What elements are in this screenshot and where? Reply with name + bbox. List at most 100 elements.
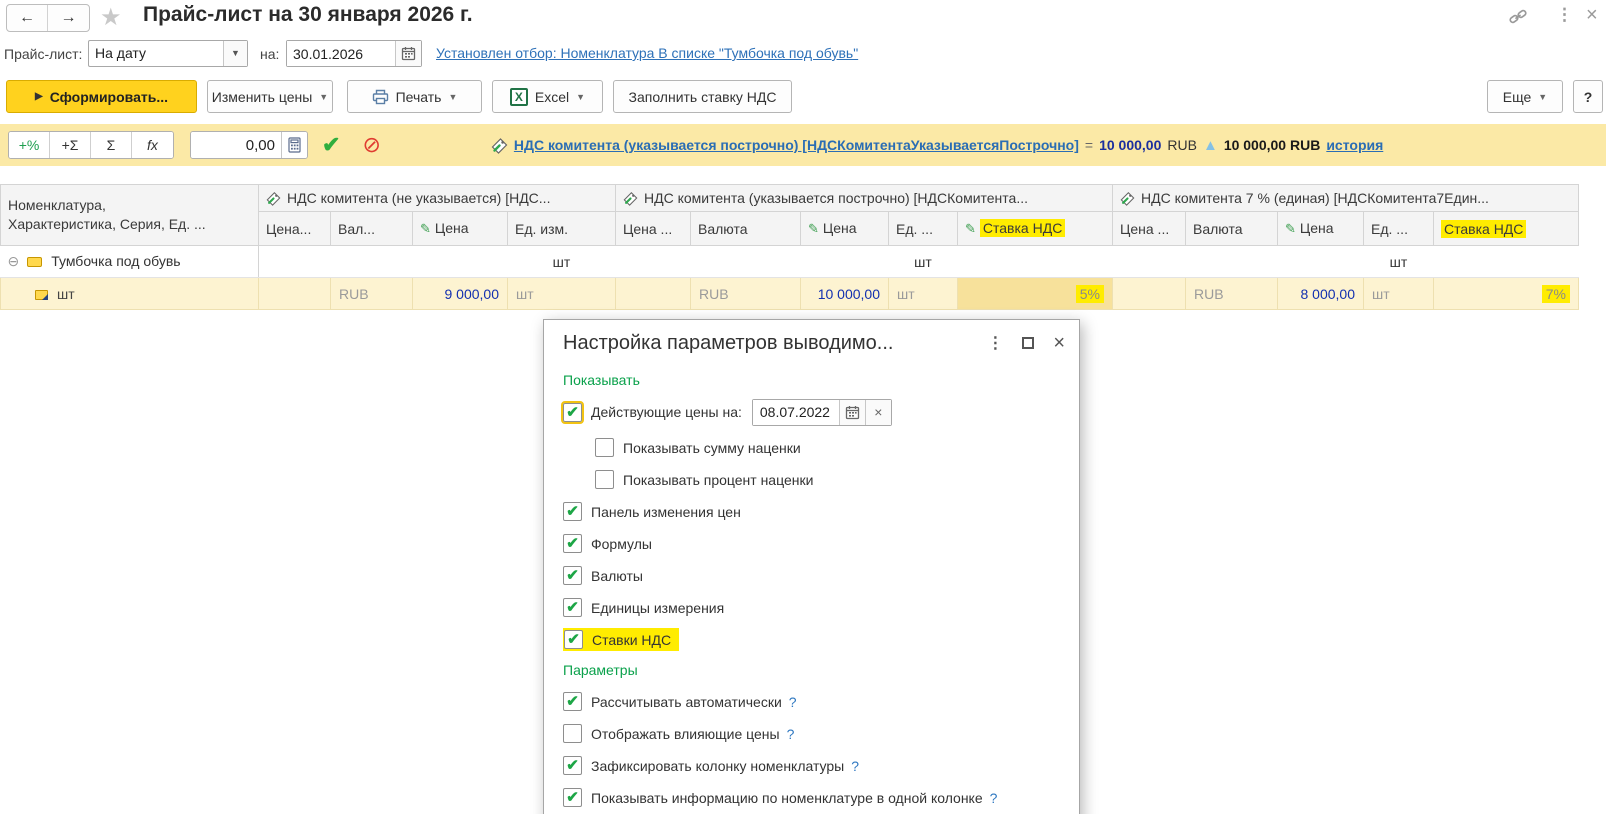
empty-cell[interactable]	[690, 245, 801, 278]
item-name-cell[interactable]: шт	[0, 277, 259, 310]
checkbox-label[interactable]: Зафиксировать колонку номенклатуры	[591, 758, 844, 774]
calendar-button[interactable]	[838, 399, 865, 425]
checkbox-label[interactable]: Действующие цены на:	[591, 404, 742, 420]
checkbox[interactable]	[595, 438, 614, 457]
help-link[interactable]: ?	[789, 694, 797, 710]
price-cell[interactable]: 8 000,00	[1277, 277, 1364, 310]
currency-cell[interactable]: RUB	[330, 277, 413, 310]
fill-vat-button[interactable]: Заполнить ставку НДС	[613, 80, 792, 113]
checkbox[interactable]	[563, 692, 582, 711]
subheader-price[interactable]: ✎ Цена	[1277, 211, 1364, 246]
checkbox[interactable]	[563, 502, 582, 521]
active-prices-date-input[interactable]	[752, 399, 839, 425]
checkbox[interactable]	[563, 598, 582, 617]
checkbox[interactable]	[563, 724, 582, 743]
subheader-price[interactable]: ✎ Цена	[412, 211, 508, 246]
unit-cell[interactable]: шт	[507, 245, 616, 278]
more-button[interactable]: Еще ▼	[1487, 80, 1563, 113]
currency-cell[interactable]: RUB	[690, 277, 801, 310]
mode-dropdown-button[interactable]: ▼	[223, 41, 247, 66]
maximize-icon[interactable]	[1022, 337, 1035, 349]
subheader-vat-rate[interactable]: ✎ Ставка НДС	[957, 211, 1113, 246]
vat-rate-cell[interactable]: 7%	[1433, 277, 1579, 310]
empty-cell[interactable]	[1112, 245, 1186, 278]
pricelist-mode-select[interactable]: На дату ▼	[88, 40, 248, 67]
checkbox-label[interactable]: Формулы	[591, 536, 652, 552]
history-link[interactable]: история	[1326, 137, 1383, 153]
subheader-price-doc[interactable]: Цена ...	[615, 211, 691, 246]
currency-cell[interactable]: RUB	[1185, 277, 1278, 310]
checkbox-label[interactable]: Показывать информацию по номенклатуре в …	[591, 790, 983, 806]
checkbox-label[interactable]: Панель изменения цен	[591, 504, 741, 520]
close-icon[interactable]: ×	[1586, 4, 1598, 27]
checkbox[interactable]	[564, 630, 583, 649]
calculator-button[interactable]	[281, 132, 307, 158]
add-sum-button[interactable]: +Σ	[50, 132, 91, 158]
empty-cell[interactable]	[1112, 277, 1186, 310]
checkbox-label[interactable]: Валюты	[591, 568, 643, 584]
unit-cell[interactable]: шт	[1363, 277, 1434, 310]
empty-cell[interactable]	[615, 277, 691, 310]
empty-cell[interactable]	[615, 245, 691, 278]
unit-cell[interactable]: шт	[507, 277, 616, 310]
checkbox-label[interactable]: Рассчитывать автоматически	[591, 694, 782, 710]
apply-check-icon[interactable]: ✔	[322, 132, 340, 158]
formula-button[interactable]: fx	[132, 132, 173, 158]
price-type-link[interactable]: НДС комитента (указывается построчно) [Н…	[514, 137, 1079, 153]
help-link[interactable]: ?	[851, 758, 859, 774]
checkbox-label[interactable]: Единицы измерения	[591, 600, 724, 616]
group-header-vat-per-line[interactable]: НДС комитента (указывается построчно) [Н…	[615, 184, 1113, 212]
help-button[interactable]: ?	[1573, 80, 1603, 113]
checkbox[interactable]	[563, 756, 582, 775]
checkbox[interactable]	[563, 566, 582, 585]
subheader-price-doc[interactable]: Цена...	[258, 211, 331, 246]
subheader-currency[interactable]: Валюта	[690, 211, 801, 246]
empty-cell[interactable]	[1185, 245, 1278, 278]
checkbox-label[interactable]: Показывать процент наценки	[623, 472, 813, 488]
help-link[interactable]: ?	[990, 790, 998, 806]
subheader-price-doc[interactable]: Цена ...	[1112, 211, 1186, 246]
print-button[interactable]: Печать ▼	[347, 80, 482, 113]
subheader-unit[interactable]: Ед. ...	[888, 211, 958, 246]
back-button[interactable]: ←	[7, 5, 48, 31]
price-cell[interactable]: 10 000,00	[800, 277, 889, 310]
date-input[interactable]	[287, 41, 395, 66]
subheader-price[interactable]: ✎ Цена	[800, 211, 889, 246]
kebab-menu-icon[interactable]: ⋮	[987, 333, 1003, 353]
excel-button[interactable]: X Excel ▼	[492, 80, 603, 113]
checkbox[interactable]	[595, 470, 614, 489]
selection-filter-link[interactable]: Установлен отбор: Номенклатура В списке …	[436, 45, 858, 61]
favorite-star-icon[interactable]: ★	[100, 3, 122, 32]
empty-cell[interactable]	[330, 245, 413, 278]
empty-cell[interactable]	[800, 245, 889, 278]
price-cell[interactable]: 9 000,00	[412, 277, 508, 310]
checkbox-label[interactable]: Показывать сумму наценки	[623, 440, 801, 456]
checkbox[interactable]	[563, 534, 582, 553]
empty-cell[interactable]	[957, 245, 1113, 278]
clear-date-button[interactable]: ×	[864, 399, 891, 425]
checkbox-label[interactable]: Отображать влияющие цены	[591, 726, 780, 742]
collapse-icon[interactable]: ⊖	[8, 253, 20, 269]
checkbox-active-prices[interactable]	[561, 400, 584, 424]
add-percent-button[interactable]: +%	[9, 132, 50, 158]
empty-cell[interactable]	[258, 277, 331, 310]
link-icon[interactable]	[1508, 7, 1528, 27]
empty-cell[interactable]	[412, 245, 508, 278]
checkbox-label[interactable]: Ставки НДС	[592, 632, 671, 648]
subheader-currency[interactable]: Вал...	[330, 211, 413, 246]
column-header-nomenclature[interactable]: Номенклатура, Характеристика, Серия, Ед.…	[0, 184, 259, 246]
group-header-vat-7[interactable]: НДС комитента 7 % (единая) [НДСКомитента…	[1112, 184, 1579, 212]
empty-cell[interactable]	[1277, 245, 1364, 278]
close-icon[interactable]: ×	[1053, 332, 1065, 355]
nomenclature-group-cell[interactable]: ⊖ Тумбочка под обувь	[0, 245, 259, 278]
subheader-unit[interactable]: Ед. изм.	[507, 211, 616, 246]
empty-cell[interactable]	[258, 245, 331, 278]
calendar-button[interactable]	[395, 41, 421, 66]
kebab-menu-icon[interactable]: ⋮	[1556, 5, 1573, 25]
help-link[interactable]: ?	[787, 726, 795, 742]
subheader-currency[interactable]: Валюта	[1185, 211, 1278, 246]
unit-cell[interactable]: шт	[1363, 245, 1434, 278]
unit-cell[interactable]: шт	[888, 277, 958, 310]
cancel-icon[interactable]: ⊘	[362, 132, 380, 158]
vat-rate-cell[interactable]: 5%	[957, 277, 1113, 310]
